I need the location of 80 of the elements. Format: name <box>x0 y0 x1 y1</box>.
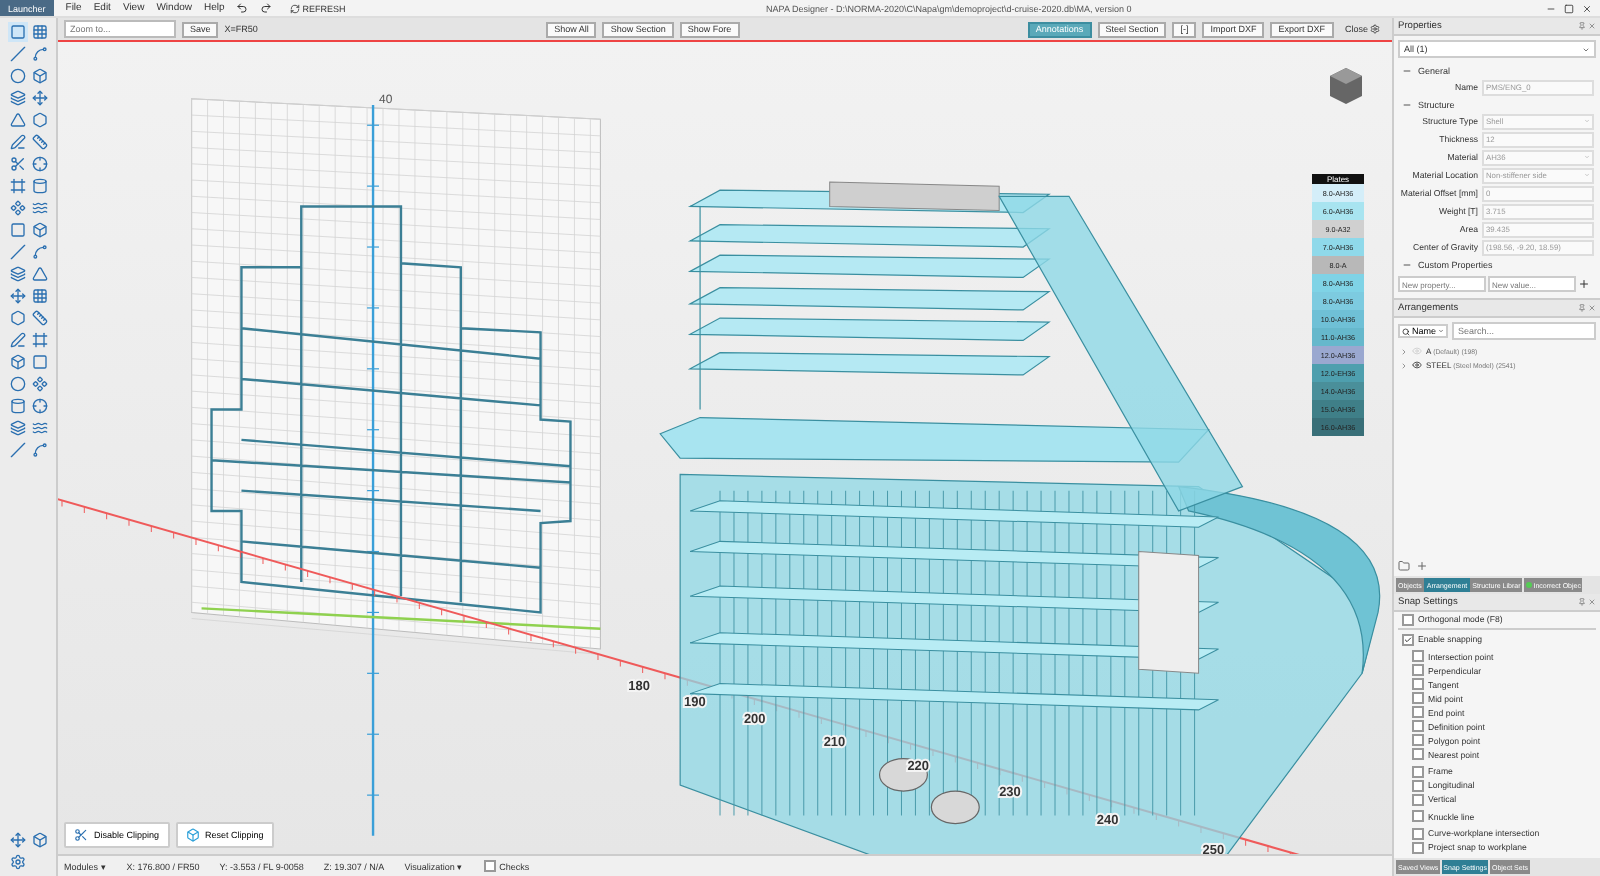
box-icon <box>185 828 200 842</box>
checkbox[interactable] <box>1412 720 1424 732</box>
circle-icon[interactable] <box>7 66 27 86</box>
box-icon[interactable] <box>29 830 49 850</box>
hexagon-icon[interactable] <box>29 110 49 130</box>
checkbox[interactable] <box>1412 841 1424 853</box>
redo-icon[interactable] <box>260 2 273 14</box>
waves-icon[interactable] <box>29 198 49 218</box>
grid-icon[interactable] <box>29 286 49 306</box>
checkbox[interactable] <box>1412 779 1424 791</box>
checkbox[interactable] <box>1402 633 1414 645</box>
square-icon[interactable] <box>7 22 27 42</box>
checkbox[interactable] <box>1412 748 1424 760</box>
pin-icon[interactable] <box>1578 304 1586 312</box>
component-icon[interactable] <box>29 374 49 394</box>
checkbox[interactable] <box>1412 827 1424 839</box>
checkbox[interactable] <box>1412 678 1424 690</box>
scissors-icon <box>74 828 88 842</box>
line-icon[interactable] <box>7 242 27 262</box>
ruler-icon[interactable] <box>29 132 49 152</box>
waves-icon[interactable] <box>29 418 49 438</box>
collapse-icon[interactable] <box>1402 100 1412 110</box>
curve-icon[interactable] <box>29 44 49 64</box>
ruler-icon[interactable] <box>29 308 49 328</box>
checkbox[interactable] <box>1412 734 1424 746</box>
box-icon[interactable] <box>29 220 49 240</box>
crosshair-icon[interactable] <box>29 154 49 174</box>
box-icon[interactable] <box>7 352 27 372</box>
scissors-icon[interactable] <box>7 154 27 174</box>
checkbox[interactable] <box>1412 793 1424 805</box>
minimize-icon[interactable] <box>1546 3 1556 13</box>
circle-icon[interactable] <box>7 374 27 394</box>
cylinder-icon[interactable] <box>29 176 49 196</box>
pen-icon[interactable] <box>7 330 27 350</box>
layers-icon[interactable] <box>7 418 27 438</box>
triangle-icon[interactable] <box>7 110 27 130</box>
refresh-icon <box>290 3 301 13</box>
layers-icon[interactable] <box>7 88 27 108</box>
view-cube-icon[interactable] <box>1328 66 1364 106</box>
checkbox[interactable] <box>1412 765 1424 777</box>
pin-icon[interactable] <box>1578 22 1586 30</box>
square-icon[interactable] <box>29 352 49 372</box>
add-icon[interactable] <box>1416 560 1428 572</box>
visibility-toggle[interactable] <box>1412 360 1422 370</box>
gear-icon <box>1370 24 1381 34</box>
box-icon[interactable] <box>29 66 49 86</box>
add-icon[interactable] <box>1578 278 1590 290</box>
checkbox[interactable] <box>1412 692 1424 704</box>
move-icon[interactable] <box>7 286 27 306</box>
maximize-icon[interactable] <box>1564 3 1574 13</box>
line-icon[interactable] <box>7 44 27 64</box>
layers-icon[interactable] <box>7 264 27 284</box>
cylinder-icon[interactable] <box>7 396 27 416</box>
checkbox[interactable] <box>1412 810 1424 822</box>
search-icon <box>1402 327 1410 335</box>
checkbox[interactable] <box>1402 613 1414 625</box>
component-icon[interactable] <box>7 198 27 218</box>
folder-icon[interactable] <box>1398 560 1410 572</box>
triangle-icon[interactable] <box>29 264 49 284</box>
move-icon[interactable] <box>7 830 27 850</box>
move-icon[interactable] <box>29 88 49 108</box>
checkbox[interactable] <box>1412 664 1424 676</box>
gear-icon[interactable] <box>7 852 27 872</box>
pin-icon[interactable] <box>1578 598 1586 606</box>
pen-icon[interactable] <box>7 132 27 152</box>
grid-icon[interactable] <box>29 22 49 42</box>
crosshair-icon[interactable] <box>29 396 49 416</box>
curve-icon[interactable] <box>29 440 49 460</box>
collapse-icon[interactable] <box>1402 66 1412 76</box>
checkbox[interactable] <box>1412 650 1424 662</box>
hexagon-icon[interactable] <box>7 308 27 328</box>
checkbox[interactable] <box>1412 706 1424 718</box>
undo-icon[interactable] <box>236 2 249 14</box>
square-icon[interactable] <box>7 220 27 240</box>
frame-icon[interactable] <box>7 176 27 196</box>
line-icon[interactable] <box>7 440 27 460</box>
frame-icon[interactable] <box>29 330 49 350</box>
curve-icon[interactable] <box>29 242 49 262</box>
checkbox[interactable] <box>483 860 496 872</box>
collapse-icon[interactable] <box>1402 260 1412 270</box>
